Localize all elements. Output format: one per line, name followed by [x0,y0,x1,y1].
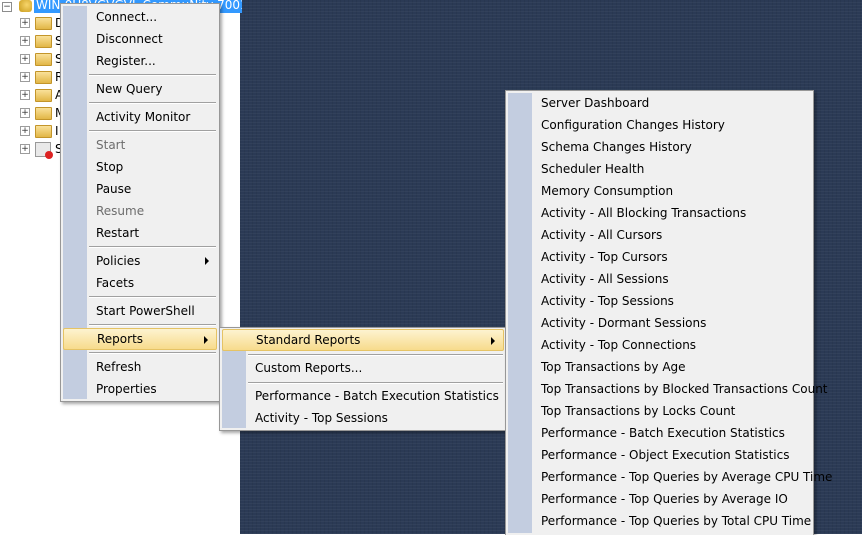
expand-icon[interactable]: + [20,54,30,64]
expand-icon[interactable]: + [20,36,30,46]
tree-node[interactable]: + R [0,70,63,84]
menu-item-standard-report[interactable]: Activity - All Blocking Transactions [508,202,811,224]
menu-separator [89,130,216,132]
expand-icon[interactable]: + [20,18,30,28]
menu-item-recent-report[interactable]: Activity - Top Sessions [222,407,504,429]
folder-icon [35,53,52,66]
menu-separator [89,296,216,298]
tree-node[interactable]: + S [0,52,63,66]
menu-item-standard-report[interactable]: Top Transactions by Locks Count [508,400,811,422]
menu-item-start-powershell[interactable]: Start PowerShell [63,300,217,322]
menu-separator [89,352,216,354]
menu-item-standard-reports[interactable]: Standard Reports [222,329,504,351]
expand-icon[interactable]: + [20,126,30,136]
menu-item-standard-report[interactable]: Performance - Top Queries by Total CPU T… [508,510,811,532]
menu-item-refresh[interactable]: Refresh [63,356,217,378]
menu-item-start[interactable]: Start [63,134,217,156]
menu-item-standard-report[interactable]: Performance - Batch Execution Statistics [508,422,811,444]
standard-reports-submenu: Server Dashboard Configuration Changes H… [505,90,832,535]
menu-item-restart[interactable]: Restart [63,222,217,244]
tree-node-label: I [55,124,59,138]
menu-item-standard-report[interactable]: Top Transactions by Age [508,356,811,378]
folder-icon [35,107,52,120]
menu-item-pause[interactable]: Pause [63,178,217,200]
sql-agent-stopped-icon [35,142,53,159]
menu-item-custom-reports[interactable]: Custom Reports... [222,357,504,379]
menu-item-standard-report[interactable]: Scheduler Health [508,158,811,180]
menu-item-activity-monitor[interactable]: Activity Monitor [63,106,217,128]
menu-item-standard-report[interactable]: Performance - Object Execution Statistic… [508,444,811,466]
menu-item-standard-report[interactable]: Performance - Top Queries by Average IO [508,488,811,510]
menu-separator [89,102,216,104]
submenu-arrow-icon [204,336,208,344]
menu-item-standard-report[interactable]: Memory Consumption [508,180,811,202]
menu-item-register[interactable]: Register... [63,50,217,72]
menu-item-stop[interactable]: Stop [63,156,217,178]
menu-item-recent-report[interactable]: Performance - Batch Execution Statistics [222,385,504,407]
menu-separator [248,354,503,356]
tree-node[interactable]: + M [0,106,65,120]
menu-item-resume[interactable]: Resume [63,200,217,222]
menu-separator [89,324,216,326]
menu-item-standard-report[interactable]: Schema Changes History [508,136,811,158]
menu-item-standard-report[interactable]: Activity - Top Cursors [508,246,811,268]
menu-item-standard-report[interactable]: Server Dashboard [508,92,811,114]
menu-item-policies-label: Policies [96,254,141,268]
tree-node[interactable]: + A [0,88,63,102]
tree-node[interactable]: + S [0,142,63,159]
expand-icon[interactable]: + [20,144,30,154]
menu-item-standard-report[interactable]: Performance - Top Queries by Average CPU… [508,466,832,488]
folder-icon [35,89,52,102]
menu-item-reports-label: Reports [97,332,144,346]
menu-item-connect[interactable]: Connect... [63,6,217,28]
menu-item-properties[interactable]: Properties [63,378,217,400]
expand-icon[interactable]: + [20,72,30,82]
menu-item-standard-report[interactable]: Activity - Top Connections [508,334,811,356]
menu-item-standard-report[interactable]: Activity - All Sessions [508,268,811,290]
folder-icon [35,35,52,48]
menu-item-standard-report[interactable]: Activity - Top Sessions [508,290,811,312]
menu-item-facets[interactable]: Facets [63,272,217,294]
menu-separator [89,246,216,248]
folder-icon [35,17,52,30]
menu-item-standard-report[interactable]: Activity - Dormant Sessions [508,312,811,334]
menu-item-standard-reports-label: Standard Reports [256,333,361,347]
reports-submenu: Standard Reports Custom Reports... Perfo… [219,327,507,431]
menu-item-disconnect[interactable]: Disconnect [63,28,217,50]
menu-item-reports[interactable]: Reports [63,328,217,350]
menu-item-policies[interactable]: Policies [63,250,217,272]
menu-item-standard-report[interactable]: Configuration Changes History [508,114,811,136]
server-context-menu: Connect... Disconnect Register... New Qu… [60,3,220,402]
server-icon [19,0,32,12]
submenu-arrow-icon [491,337,495,345]
expand-icon[interactable]: + [20,108,30,118]
folder-icon [35,125,52,138]
menu-separator [89,74,216,76]
tree-node[interactable]: + D [0,16,64,30]
menu-separator [248,382,503,384]
tree-node[interactable]: + S [0,34,63,48]
folder-icon [35,71,52,84]
expand-icon[interactable]: + [20,90,30,100]
collapse-icon[interactable]: − [2,2,12,12]
menu-item-standard-report[interactable]: Activity - All Cursors [508,224,811,246]
tree-node[interactable]: + I [0,124,60,138]
menu-item-new-query[interactable]: New Query [63,78,217,100]
submenu-arrow-icon [205,257,209,265]
menu-item-standard-report[interactable]: Top Transactions by Blocked Transactions… [508,378,828,400]
